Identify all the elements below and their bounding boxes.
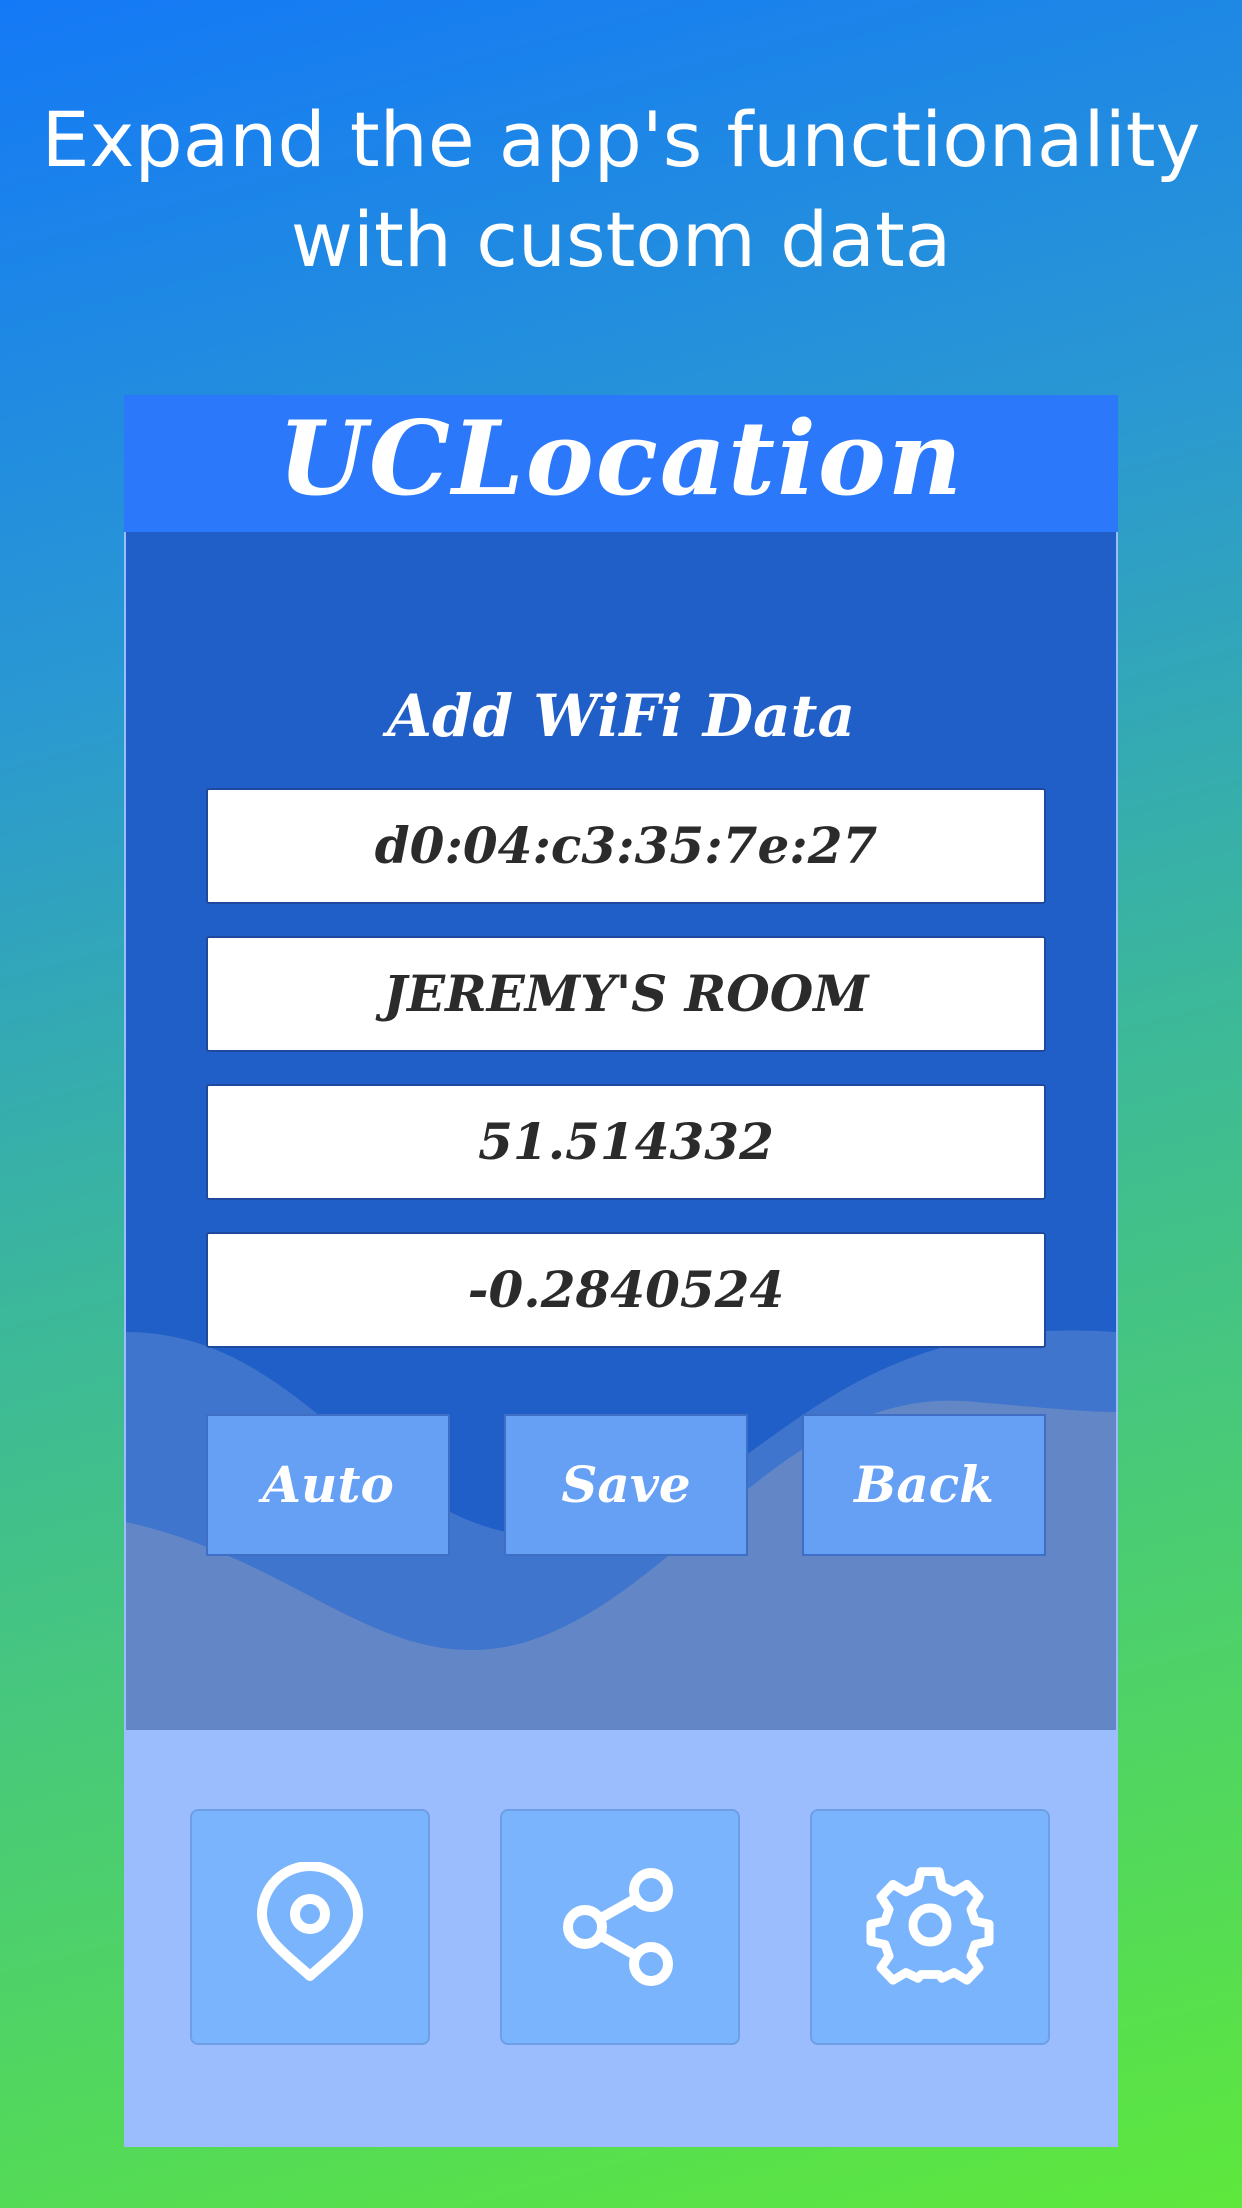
app-bar: UCLocation (124, 395, 1118, 532)
promo-headline-line-2: with custom data (290, 195, 952, 284)
location-pin-icon (245, 1862, 375, 1992)
promo-headline-line-1: Expand the app's functionality (41, 95, 1201, 184)
add-wifi-panel: Add WiFi Data d0:04:c3:35:7e:27 JEREMY'S… (126, 532, 1116, 1730)
mac-address-field[interactable]: d0:04:c3:35:7e:27 (206, 788, 1046, 904)
nav-settings-button[interactable] (810, 1809, 1050, 2045)
latitude-field[interactable]: 51.514332 (206, 1084, 1046, 1200)
app-screen: UCLocation Add WiFi Data d0:04:c3:35:7e:… (124, 395, 1118, 2147)
gear-icon (865, 1862, 995, 1992)
nav-location-button[interactable] (190, 1809, 430, 2045)
promo-headline: Expand the app's functionality with cust… (0, 90, 1242, 290)
back-button[interactable]: Back (802, 1414, 1046, 1556)
save-button[interactable]: Save (504, 1414, 748, 1556)
location-name-field[interactable]: JEREMY'S ROOM (206, 936, 1046, 1052)
form-title: Add WiFi Data (386, 682, 856, 750)
nav-share-button[interactable] (500, 1809, 740, 2045)
app-title: UCLocation (277, 399, 965, 519)
longitude-field[interactable]: -0.2840524 (206, 1232, 1046, 1348)
auto-button[interactable]: Auto (206, 1414, 450, 1556)
share-icon (555, 1862, 685, 1992)
